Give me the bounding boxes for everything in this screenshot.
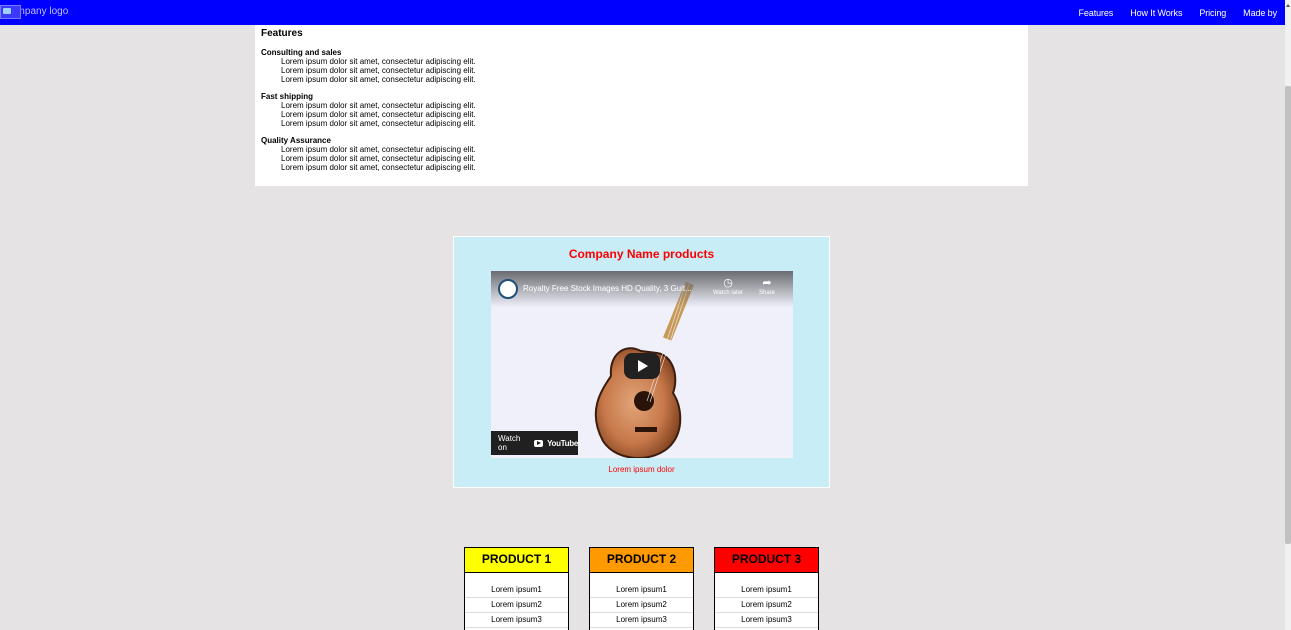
feature-title: Quality Assurance	[261, 136, 331, 145]
feature-title: Fast shipping	[261, 92, 313, 101]
pricing-card-header: PRODUCT 1	[465, 548, 568, 573]
feature-line: Lorem ipsum dolor sit amet, consectetur …	[281, 145, 476, 154]
products-caption: Lorem ipsum dolor	[608, 465, 675, 474]
feature-title: Consulting and sales	[261, 48, 342, 57]
navbar: company logo Features How It Works Prici…	[0, 0, 1285, 25]
pricing-card-item: Lorem ipsum1	[715, 583, 818, 598]
pricing-card-item: Lorem ipsum3	[465, 613, 568, 628]
feature-line: Lorem ipsum dolor sit amet, consectetur …	[281, 101, 476, 110]
watch-later-button[interactable]: ◷ Watch later	[708, 277, 748, 296]
pricing-card-item: Lorem ipsum1	[465, 583, 568, 598]
pricing-card-item: Lorem ipsum1	[590, 583, 693, 598]
page-scrollbar[interactable]	[1285, 0, 1291, 630]
share-icon: ➦	[762, 277, 772, 289]
feature-shipping: Fast shipping Lorem ipsum dolor sit amet…	[261, 92, 1022, 128]
nav-link-features[interactable]: Features	[1078, 8, 1113, 18]
feature-line: Lorem ipsum dolor sit amet, consectetur …	[281, 66, 476, 75]
pricing-card-product-3: PRODUCT 3 Lorem ipsum1 Lorem ipsum2 Lore…	[714, 547, 819, 630]
pricing-card-product-1: PRODUCT 1 Lorem ipsum1 Lorem ipsum2 Lore…	[464, 547, 569, 630]
watch-on-youtube-button[interactable]: Watch on YouTube	[491, 431, 578, 455]
video-title[interactable]: Royalty Free Stock Images HD Quality, 3 …	[523, 284, 713, 293]
share-label: Share	[758, 290, 775, 296]
nav-link-pricing[interactable]: Pricing	[1199, 8, 1226, 18]
feature-line: Lorem ipsum dolor sit amet, consectetur …	[281, 57, 476, 66]
pricing-card-item: Lorem ipsum2	[465, 598, 568, 613]
pricing-card-item: Lorem ipsum3	[590, 613, 693, 628]
share-button[interactable]: ➦ Share	[747, 277, 787, 296]
watch-on-label: Watch on	[498, 434, 521, 452]
feature-line: Lorem ipsum dolor sit amet, consectetur …	[281, 119, 476, 128]
channel-avatar[interactable]	[498, 279, 518, 299]
feature-line: Lorem ipsum dolor sit amet, consectetur …	[281, 154, 476, 163]
youtube-logo-icon	[533, 439, 544, 447]
video-embed[interactable]: Royalty Free Stock Images HD Quality, 3 …	[491, 271, 793, 458]
pricing-card-item: Lorem ipsum3	[715, 613, 818, 628]
nav-links: Features How It Works Pricing Made by	[1061, 0, 1277, 25]
youtube-wordmark: YouTube	[547, 438, 578, 448]
watch-later-label: Watch later	[712, 290, 744, 296]
pricing-card-item: Lorem ipsum2	[715, 598, 818, 613]
feature-consulting: Consulting and sales Lorem ipsum dolor s…	[261, 48, 1022, 84]
pricing-card-item: Lorem ipsum2	[590, 598, 693, 613]
features-section: Features Consulting and sales Lorem ipsu…	[255, 25, 1028, 186]
broken-image-icon	[0, 5, 21, 19]
play-icon[interactable]	[624, 353, 660, 379]
nav-link-how-it-works[interactable]: How It Works	[1130, 8, 1182, 18]
feature-line: Lorem ipsum dolor sit amet, consectetur …	[281, 163, 476, 172]
clock-icon: ◷	[723, 277, 733, 289]
pricing-card-header: PRODUCT 2	[590, 548, 693, 573]
scrollbar-thumb[interactable]	[1285, 86, 1291, 544]
products-title: Company Name products	[568, 247, 715, 261]
pricing-card-product-2: PRODUCT 2 Lorem ipsum1 Lorem ipsum2 Lore…	[589, 547, 694, 630]
nav-link-made-by[interactable]: Made by	[1243, 8, 1277, 18]
pricing-card-header: PRODUCT 3	[715, 548, 818, 573]
company-logo[interactable]: company logo	[0, 5, 68, 19]
products-section: Company Name products Royalty Free Stock…	[453, 236, 830, 488]
feature-quality: Quality Assurance Lorem ipsum dolor sit …	[261, 136, 1022, 172]
features-heading: Features	[261, 28, 303, 39]
feature-line: Lorem ipsum dolor sit amet, consectetur …	[281, 110, 476, 119]
scroll-up-arrow-icon[interactable]	[1286, 4, 1290, 7]
feature-line: Lorem ipsum dolor sit amet, consectetur …	[281, 75, 476, 84]
